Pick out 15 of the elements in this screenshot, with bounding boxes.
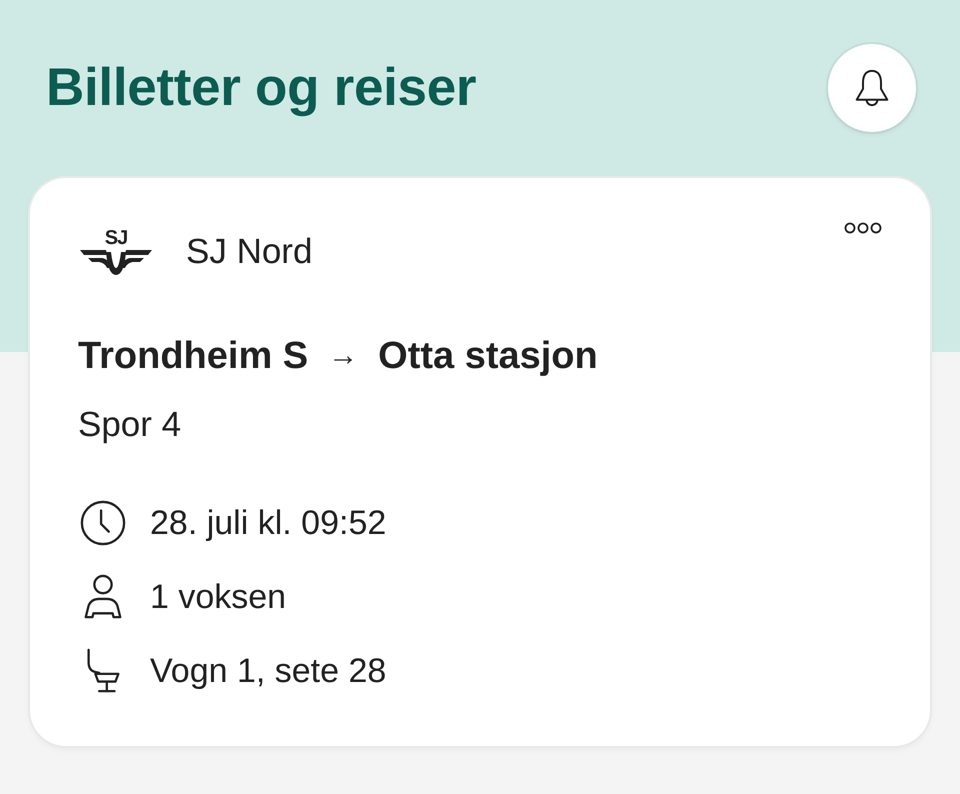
operator-name: SJ Nord xyxy=(186,231,312,273)
page-title: Billetter og reiser xyxy=(46,58,476,118)
detail-text: 1 voksen xyxy=(150,577,286,618)
departure-station: Trondheim S xyxy=(78,334,308,378)
arrival-station: Otta stasjon xyxy=(378,334,598,378)
route-arrow: → xyxy=(328,338,358,374)
clock-icon xyxy=(80,500,126,546)
detail-text: 28. juli kl. 09:52 xyxy=(150,503,386,544)
wings-drawing xyxy=(80,248,152,276)
logo-text: SJ xyxy=(104,228,128,248)
bell-icon xyxy=(854,69,890,107)
ticket-card[interactable]: SJ SJ Nord Trondheim S → Otta stasjon Spor 4 28. juli kl. 09:52 1 voksen Vogn 1, sete 28 xyxy=(30,178,930,746)
more-icon xyxy=(844,222,882,234)
detail-text: Vogn 1, sete 28 xyxy=(150,651,386,692)
platform-text: Spor 4 xyxy=(78,404,182,446)
